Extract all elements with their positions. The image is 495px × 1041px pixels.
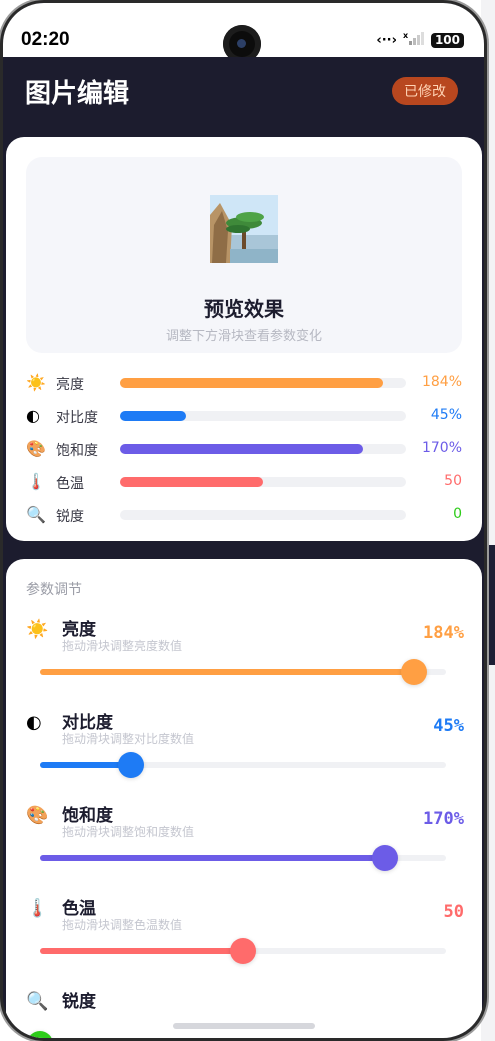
- summary-label: 亮度: [56, 377, 84, 393]
- summary-label: 饱和度: [56, 443, 98, 459]
- landscape-image-icon: [210, 195, 278, 263]
- summary-value: 0: [453, 506, 462, 522]
- summary-value: 45%: [430, 407, 462, 423]
- slider-control: 🎨 饱和度 拖动滑块调整饱和度数值 170%: [24, 801, 464, 891]
- slider-value: 50: [443, 902, 464, 922]
- signal-icon: x: [403, 31, 425, 49]
- status-icons: ‹··› x 100: [376, 31, 464, 49]
- slider-hint: 拖动滑块调整对比度数值: [62, 732, 195, 746]
- contrast-icon: ◐: [26, 406, 40, 425]
- app-header: 图片编辑 已修改: [3, 57, 484, 137]
- slider-control: 🔍 锐度: [24, 987, 464, 1038]
- summary-bar: [120, 477, 406, 487]
- magnifier-icon: 🔍: [26, 505, 46, 524]
- slider-track[interactable]: [40, 845, 446, 871]
- status-time: 02:20: [21, 29, 70, 50]
- sun-icon: ☀️: [26, 373, 46, 392]
- slider-knob[interactable]: [230, 938, 256, 964]
- summary-bar: [120, 378, 406, 388]
- summary-label: 锐度: [56, 509, 84, 525]
- magnifier-icon: 🔍: [26, 991, 49, 1012]
- preview-area: 预览效果 调整下方滑块查看参数变化: [26, 157, 462, 353]
- summary-value: 184%: [421, 374, 462, 390]
- thermometer-icon: 🌡️: [26, 472, 46, 491]
- summary-row: 🎨 饱和度 170%: [26, 439, 466, 459]
- summary-bar-fill: [120, 378, 384, 388]
- contrast-icon: ◐: [26, 712, 42, 733]
- summary-value: 50: [444, 473, 462, 489]
- controls-card: 参数调节 ☀️ 亮度 拖动滑块调整亮度数值 184% ◐ 对比度 拖动滑块调整对比度数值 45…: [6, 559, 482, 1038]
- slider-label: 锐度: [62, 992, 96, 1012]
- phone-frame: 02:20 ‹··› x 100 图片编辑 已修改 预览效果 调整下方滑块查看参…: [0, 0, 487, 1041]
- slider-value: 170%: [423, 809, 464, 829]
- slider-control: ◐ 对比度 拖动滑块调整对比度数值 45%: [24, 708, 464, 798]
- slider-knob[interactable]: [118, 752, 145, 778]
- summary-value: 170%: [421, 440, 462, 456]
- slider-control: 🌡️ 色温 拖动滑块调整色温数值 50: [24, 894, 464, 984]
- summary-bar-fill: [120, 411, 186, 421]
- summary-label: 对比度: [56, 410, 98, 426]
- preview-title: 预览效果: [204, 297, 284, 321]
- slider-knob[interactable]: [400, 659, 427, 685]
- preview-subtitle: 调整下方滑块查看参数变化: [165, 329, 322, 344]
- slider-fill: [40, 855, 386, 861]
- thermometer-icon: 🌡️: [26, 898, 49, 919]
- slider-track[interactable]: [40, 659, 446, 685]
- data-transfer-icon: ‹··›: [376, 32, 397, 48]
- slider-value: 45%: [433, 716, 464, 736]
- slider-fill: [40, 948, 243, 954]
- palette-icon: 🎨: [26, 439, 46, 458]
- preview-card: 预览效果 调整下方滑块查看参数变化 ☀️ 亮度 184% ◐ 对比度 45% 🎨 饱和度 170…: [6, 137, 482, 541]
- page-title: 图片编辑: [25, 79, 130, 109]
- summary-bar: [120, 411, 406, 421]
- sun-icon: ☀️: [26, 619, 49, 640]
- palette-icon: 🎨: [26, 805, 49, 826]
- slider-track[interactable]: [40, 752, 446, 778]
- summary-bar: [120, 510, 406, 520]
- slider-knob[interactable]: [27, 1031, 53, 1038]
- slider-value: 184%: [423, 623, 464, 643]
- summary-bar-fill: [120, 444, 364, 454]
- summary-bar: [120, 444, 406, 454]
- svg-text:x: x: [403, 31, 409, 40]
- modified-badge: 已修改: [392, 77, 458, 105]
- slider-control: ☀️ 亮度 拖动滑块调整亮度数值 184%: [24, 615, 464, 705]
- slider-fill: [40, 669, 414, 675]
- summary-row: ☀️ 亮度 184%: [26, 373, 466, 393]
- slider-hint: 拖动滑块调整饱和度数值: [62, 825, 195, 839]
- slider-hint: 拖动滑块调整色温数值: [62, 918, 183, 932]
- status-bar: 02:20 ‹··› x 100: [3, 3, 484, 63]
- slider-hint: 拖动滑块调整亮度数值: [62, 639, 183, 653]
- home-indicator[interactable]: [173, 1023, 315, 1029]
- summary-bar-fill: [120, 477, 263, 487]
- summary-row: 🔍 锐度 0: [26, 505, 466, 525]
- summary-row: ◐ 对比度 45%: [26, 406, 466, 426]
- slider-knob[interactable]: [372, 845, 399, 871]
- summary-label: 色温: [56, 476, 84, 492]
- section-title: 参数调节: [26, 582, 82, 598]
- summary-row: 🌡️ 色温 50: [26, 472, 466, 492]
- battery-icon: 100: [430, 32, 464, 48]
- slider-track[interactable]: [40, 938, 446, 964]
